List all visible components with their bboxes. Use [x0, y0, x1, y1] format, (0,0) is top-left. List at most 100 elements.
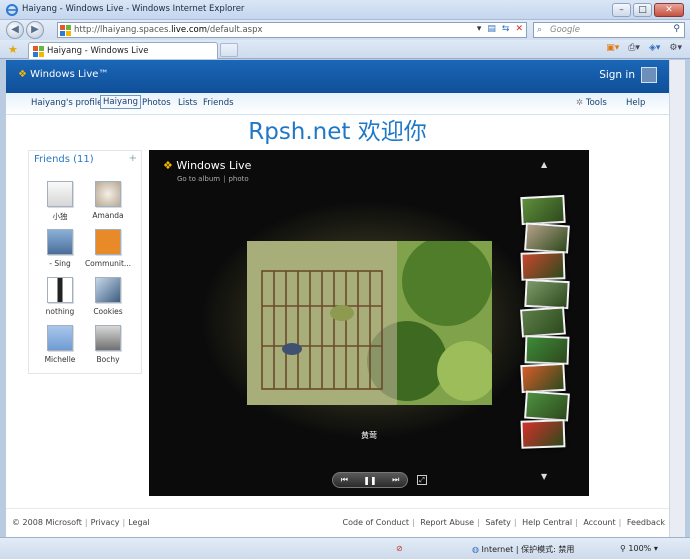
friend-item[interactable]: Communit... [83, 229, 133, 277]
tab-haiyang[interactable]: Haiyang - Windows Live [28, 42, 218, 59]
tools-menu[interactable]: ✲ Tools [576, 98, 607, 108]
friend-name: nothing [45, 307, 75, 316]
favorites-star-icon[interactable]: ★ [8, 43, 18, 56]
photo-viewer: ❖ Windows Live Go to album | photo 黄莺 ▲ … [149, 150, 589, 496]
friend-avatar [47, 277, 73, 303]
search-box[interactable]: ⌕ Google ⚲ [533, 22, 685, 38]
address-bar[interactable]: http://lhaiyang.spaces.live.com/default.… [57, 22, 527, 38]
birdcage-photo [247, 241, 492, 405]
maximize-button[interactable]: □ [633, 3, 652, 17]
main-photo[interactable] [247, 241, 492, 405]
scroll-down-icon[interactable]: ▼ [541, 472, 547, 481]
fullscreen-icon[interactable]: ⤢ [417, 475, 427, 485]
report-abuse-link[interactable]: Report Abuse [420, 518, 474, 527]
photo-link[interactable]: photo [228, 175, 248, 183]
address-toolbar: ◀ ▶ http://lhaiyang.spaces.live.com/defa… [0, 20, 690, 40]
code-of-conduct-link[interactable]: Code of Conduct [343, 518, 410, 527]
nav-profile[interactable]: Haiyang's profile [31, 98, 102, 108]
friend-avatar [47, 229, 73, 255]
footer-right: Code of Conduct | Report Abuse | Safety | H… [342, 518, 665, 527]
feedback-link[interactable]: Feedback [627, 518, 665, 527]
pause-icon[interactable]: ❚❚ [363, 476, 376, 485]
command-bar: ▣▾ ⎙▾ ◈▾ ⚙▾ [606, 43, 682, 53]
viewer-windows-live-logo: ❖ Windows Live [163, 159, 252, 172]
zoom-icon: ⚲ [620, 544, 626, 553]
refresh-icon[interactable]: ⇆ [502, 24, 510, 34]
nav-lists[interactable]: Lists [178, 98, 197, 108]
photo-thumbnail[interactable] [520, 306, 566, 338]
privacy-link[interactable]: Privacy [91, 518, 120, 527]
nav-friends[interactable]: Friends [203, 98, 234, 108]
friend-name: - Sing [49, 259, 71, 268]
popup-blocked-icon[interactable]: ⊘ [396, 544, 403, 553]
photo-thumbnail[interactable] [524, 222, 570, 254]
previous-icon[interactable]: ⏮ [341, 475, 348, 485]
help-link[interactable]: Help [626, 98, 645, 108]
next-icon[interactable]: ⏭ [392, 475, 399, 485]
page-scrollbar[interactable] [669, 60, 685, 537]
forward-button[interactable]: ▶ [26, 21, 44, 39]
safety-link[interactable]: Safety [485, 518, 511, 527]
friend-name: Bochy [96, 355, 120, 364]
page-content: ❖ Windows Live™ Sign in Haiyang's profil… [6, 60, 669, 537]
print-icon[interactable]: ⎙▾ [628, 43, 640, 53]
help-central-link[interactable]: Help Central [522, 518, 572, 527]
friend-item[interactable]: Bochy [83, 325, 133, 373]
friend-item[interactable]: Cookies [83, 277, 133, 325]
friend-item[interactable]: nothing [35, 277, 85, 325]
photo-thumbnail[interactable] [520, 419, 566, 449]
player-controls: ⏮ ❚❚ ⏭ [332, 472, 408, 488]
user-avatar-icon[interactable] [641, 67, 657, 83]
friend-item[interactable]: - Sing [35, 229, 85, 277]
windows-live-header: ❖ Windows Live™ Sign in [6, 60, 669, 93]
photo-thumbnail[interactable] [520, 362, 566, 394]
search-placeholder: Google [550, 25, 580, 35]
back-button[interactable]: ◀ [6, 21, 24, 39]
tools-sun-icon: ✲ [576, 98, 584, 108]
footer-left: © 2008 Microsoft | Privacy | Legal [12, 518, 150, 527]
friends-module: Friends (11) + 小独 Amanda - Sing Communit… [28, 150, 142, 374]
legal-link[interactable]: Legal [128, 518, 149, 527]
friend-avatar [95, 181, 121, 207]
windows-live-logo[interactable]: ❖ Windows Live™ [18, 69, 108, 80]
photo-thumbnail[interactable] [524, 278, 570, 310]
friends-header[interactable]: Friends (11) [34, 154, 94, 165]
nav-haiyang[interactable]: Haiyang [100, 95, 141, 109]
new-tab-button[interactable] [220, 43, 238, 57]
photo-thumbnail[interactable] [524, 390, 570, 422]
address-url: http://lhaiyang.spaces.live.com/default.… [74, 25, 263, 35]
nav-photos[interactable]: Photos [142, 98, 171, 108]
tab-favicon-icon [33, 46, 44, 57]
search-go-icon[interactable]: ⚲ [673, 24, 680, 34]
friend-avatar [95, 325, 121, 351]
space-title: Rpsh.net 欢迎你 [248, 119, 427, 145]
google-icon: ⌕ [537, 25, 543, 35]
friend-item[interactable]: 小独 [35, 181, 85, 229]
scroll-up-icon[interactable]: ▲ [541, 160, 547, 169]
photo-thumbnail[interactable] [524, 335, 570, 365]
rss-icon[interactable]: ▣▾ [606, 43, 619, 53]
photo-thumbnail[interactable] [520, 251, 566, 281]
photo-thumbnail[interactable] [520, 194, 566, 226]
close-window-button[interactable]: ✕ [654, 3, 684, 17]
friend-item[interactable]: Amanda [83, 181, 133, 229]
friend-name: Cookies [93, 307, 123, 316]
safety-icon[interactable]: ◈▾ [649, 43, 660, 53]
friend-item[interactable]: Michelle [35, 325, 85, 373]
account-link[interactable]: Account [583, 518, 615, 527]
window-titlebar: Haiyang - Windows Live - Windows Interne… [0, 0, 690, 20]
viewer-links: Go to album | photo [177, 175, 249, 183]
zoom-level[interactable]: ⚲ 100% ▾ [620, 544, 658, 553]
stop-icon[interactable]: ✕ [515, 24, 523, 34]
sign-in-link[interactable]: Sign in [599, 69, 635, 81]
friend-name: Amanda [92, 211, 124, 220]
copyright: © 2008 Microsoft [12, 518, 82, 527]
go-to-album-link[interactable]: Go to album [177, 175, 220, 183]
security-zone[interactable]: ◍ Internet | 保护模式: 禁用 [472, 544, 574, 555]
dropdown-arrow-icon[interactable]: ▾ [477, 24, 482, 34]
tools-gear-icon[interactable]: ⚙▾ [669, 43, 682, 53]
window-title: Haiyang - Windows Live - Windows Interne… [22, 4, 245, 14]
add-friend-icon[interactable]: + [129, 153, 137, 164]
compatibility-icon[interactable]: ▤ [487, 24, 496, 34]
minimize-button[interactable]: – [612, 3, 631, 17]
